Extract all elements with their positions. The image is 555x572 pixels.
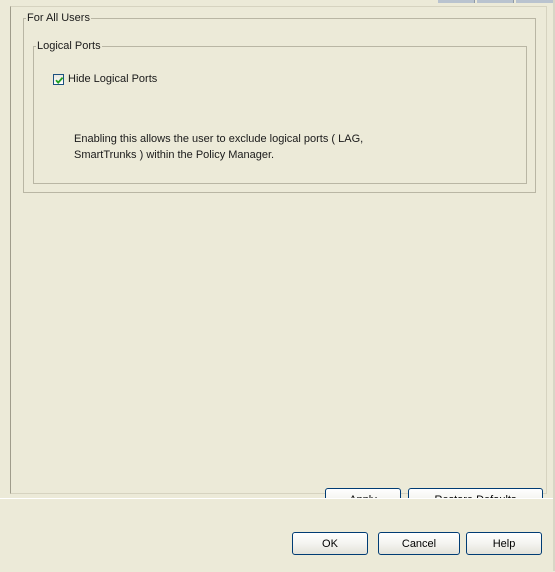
hide-logical-ports-label[interactable]: Hide Logical Ports — [68, 73, 157, 85]
hide-logical-ports-description: Enabling this allows the user to exclude… — [74, 133, 364, 161]
for-all-users-legend: For All Users — [27, 12, 90, 24]
ok-button[interactable]: OK — [292, 532, 368, 555]
hide-logical-ports-option[interactable]: Hide Logical Ports — [53, 73, 157, 85]
help-button[interactable]: Help — [466, 532, 542, 555]
logical-ports-legend: Logical Ports — [37, 40, 101, 52]
checkmark-icon — [55, 76, 64, 84]
top-tab-strip — [438, 0, 555, 3]
options-content-panel: For All Users Logical Ports Hide Logical… — [10, 6, 547, 494]
options-dialog: For All Users Logical Ports Hide Logical… — [0, 0, 555, 572]
cancel-button[interactable]: Cancel — [378, 532, 460, 555]
logical-ports-group: Logical Ports Hide Logical Ports Enablin… — [33, 40, 527, 184]
hide-logical-ports-checkbox[interactable] — [53, 73, 64, 85]
